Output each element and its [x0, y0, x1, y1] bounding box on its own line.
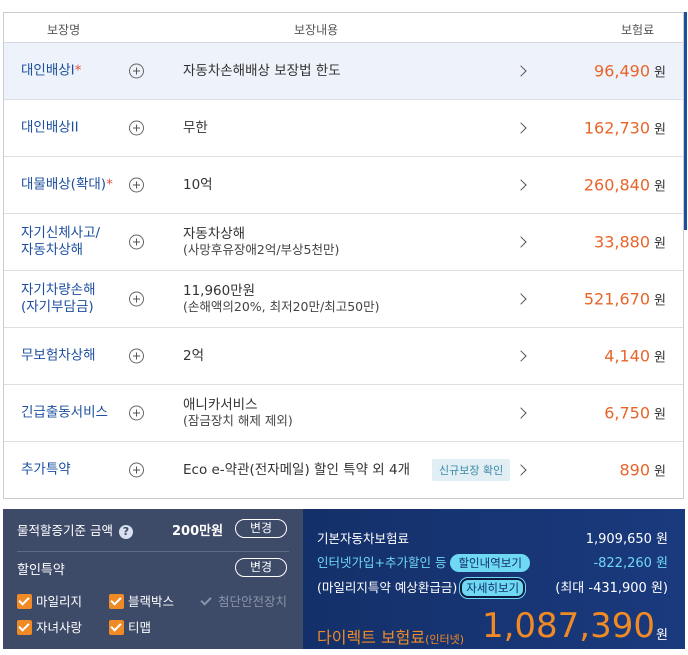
- final-premium-currency: 원: [656, 628, 668, 643]
- chevron-right-icon[interactable]: [515, 236, 527, 248]
- final-premium-amount: 1,087,390: [481, 606, 655, 646]
- premium-value: 96,490 원: [594, 61, 666, 81]
- header-coverage-content: 보장내용: [294, 23, 339, 37]
- coverage-content: 자동차손해배상 보장법 한도: [183, 63, 341, 79]
- discount-value: -822,260 원: [593, 556, 668, 571]
- chevron-right-icon[interactable]: [515, 179, 527, 191]
- mileage-refund-value: (최대 -431,900 원): [555, 581, 668, 596]
- expand-plus-icon[interactable]: [129, 177, 144, 193]
- checkbox-blackbox[interactable]: 블랙박스: [109, 591, 174, 610]
- expand-plus-icon[interactable]: [129, 291, 144, 307]
- expand-plus-icon[interactable]: [129, 462, 144, 477]
- premium-value: 6,750 원: [604, 403, 666, 423]
- coverage-content: Eco e-약관(전자메일) 할인 특약 외 4개: [183, 461, 411, 478]
- checkbox-mileage[interactable]: 마일리지: [17, 591, 82, 610]
- coverage-content: 무한: [183, 120, 208, 136]
- checkbox-checked-icon: [109, 594, 124, 609]
- chevron-right-icon[interactable]: [515, 65, 527, 77]
- checkbox-tmap[interactable]: 티맵: [109, 617, 151, 636]
- coverage-content: 10억: [183, 177, 213, 193]
- checkbox-disabled-icon: [199, 594, 214, 609]
- table-row[interactable]: 추가특약 Eco e-약관(전자메일) 할인 특약 외 4개 신규보장 확인 8…: [4, 442, 683, 497]
- coverage-content: 11,960만원 (손해액의20%, 최저20만/최고50만): [183, 283, 380, 314]
- required-mark: *: [74, 62, 82, 79]
- coverage-name[interactable]: 무보험차상해: [21, 348, 96, 365]
- table-row[interactable]: 긴급출동서비스 애니카서비스 (잠금장치 해제 제외) 6,750 원: [4, 385, 683, 442]
- expand-plus-icon[interactable]: [129, 63, 144, 79]
- chevron-right-icon[interactable]: [515, 350, 527, 362]
- expand-plus-icon[interactable]: [129, 405, 144, 421]
- premium-value: 521,670 원: [583, 289, 666, 309]
- coverage-name[interactable]: 추가특약: [21, 461, 71, 478]
- table-right-accent: [684, 12, 687, 230]
- change-property-button[interactable]: 변경: [235, 519, 287, 538]
- chevron-right-icon[interactable]: [515, 407, 527, 419]
- coverage-name[interactable]: 대물배상(확대)*: [21, 177, 113, 194]
- chevron-right-icon[interactable]: [515, 463, 527, 476]
- premium-value: 4,140 원: [604, 346, 666, 366]
- coverage-content: 2억: [183, 348, 205, 364]
- discount-details-button[interactable]: 할인내역보기: [450, 554, 530, 572]
- mileage-refund-label: (마일리지특약 예상환급금) 자세히보기: [317, 577, 527, 599]
- coverage-table: 보장명 보장내용 보험료 대인배상I* 자동차손해배상 보장법 한도 96,49…: [3, 12, 684, 499]
- checkbox-checked-icon: [17, 620, 32, 635]
- table-row[interactable]: 자기신체사고/자동차상해 자동차상해 (사망후유장애2억/부상5천만) 33,88…: [4, 214, 683, 271]
- coverage-name[interactable]: 자기신체사고/자동차상해: [21, 225, 100, 259]
- table-row[interactable]: 대인배상II 무한 162,730 원: [4, 100, 683, 157]
- coverage-name[interactable]: 긴급출동서비스: [21, 405, 108, 422]
- table-row[interactable]: 대인배상I* 자동차손해배상 보장법 한도 96,490 원: [4, 43, 683, 100]
- expand-plus-icon[interactable]: [129, 120, 144, 136]
- base-premium-label: 기본자동차보험료: [317, 531, 410, 546]
- change-discount-button[interactable]: 변경: [235, 558, 287, 577]
- checkbox-safety-device: 첨단안전장치: [199, 591, 287, 610]
- property-threshold-amount: 200만원: [172, 524, 224, 539]
- help-icon[interactable]: ?: [118, 524, 133, 539]
- checkbox-checked-icon: [17, 594, 32, 609]
- discount-settings-panel: 물적할증기준 금액? 200만원 변경 할인특약 변경 마일리지 블랙박스 첨단…: [3, 509, 303, 649]
- refund-details-button[interactable]: 자세히보기: [459, 577, 527, 599]
- expand-plus-icon[interactable]: [129, 348, 144, 364]
- checkbox-child-love[interactable]: 자녀사랑: [17, 617, 82, 636]
- chevron-right-icon[interactable]: [515, 122, 527, 134]
- header-premium: 보험료: [621, 23, 655, 37]
- coverage-content: 애니카서비스 (잠금장치 해제 제외): [183, 397, 293, 428]
- coverage-content: 자동차상해 (사망후유장애2억/부상5천만): [183, 226, 340, 257]
- premium-value: 260,840 원: [583, 175, 666, 195]
- property-threshold-label: 물적할증기준 금액?: [17, 520, 133, 539]
- discount-rider-label: 할인특약: [17, 563, 65, 578]
- table-row[interactable]: 자기차량손해 (자기부담금) 11,960만원 (손해액의20%, 최저20만/최고…: [4, 271, 683, 328]
- table-row[interactable]: 무보험차상해 2억 4,140 원: [4, 328, 683, 385]
- premium-summary-panel: 기본자동차보험료 1,909,650 원 인터넷가입+추가할인 등 할인내역보기 …: [303, 509, 685, 649]
- premium-value: 890 원: [619, 460, 666, 479]
- coverage-name[interactable]: 대인배상I*: [21, 63, 81, 80]
- checkbox-checked-icon: [109, 620, 124, 635]
- table-row[interactable]: 대물배상(확대)* 10억 260,840 원: [4, 157, 683, 214]
- new-coverage-badge[interactable]: 신규보장 확인: [432, 458, 511, 481]
- premium-value: 162,730 원: [583, 118, 666, 138]
- panel-divider: [17, 551, 289, 552]
- required-mark: *: [106, 176, 113, 193]
- premium-value: 33,880 원: [594, 232, 666, 252]
- coverage-name[interactable]: 자기차량손해 (자기부담금): [21, 282, 96, 316]
- coverage-name[interactable]: 대인배상II: [21, 120, 79, 137]
- chevron-right-icon[interactable]: [515, 293, 527, 305]
- table-header: 보장명 보장내용 보험료: [4, 13, 683, 43]
- header-coverage-name: 보장명: [47, 23, 81, 37]
- expand-plus-icon[interactable]: [129, 234, 144, 250]
- discount-label: 인터넷가입+추가할인 등 할인내역보기: [317, 552, 530, 572]
- base-premium-value: 1,909,650 원: [585, 532, 668, 547]
- final-premium-label: 다이렉트 보험료(인터넷): [317, 628, 465, 647]
